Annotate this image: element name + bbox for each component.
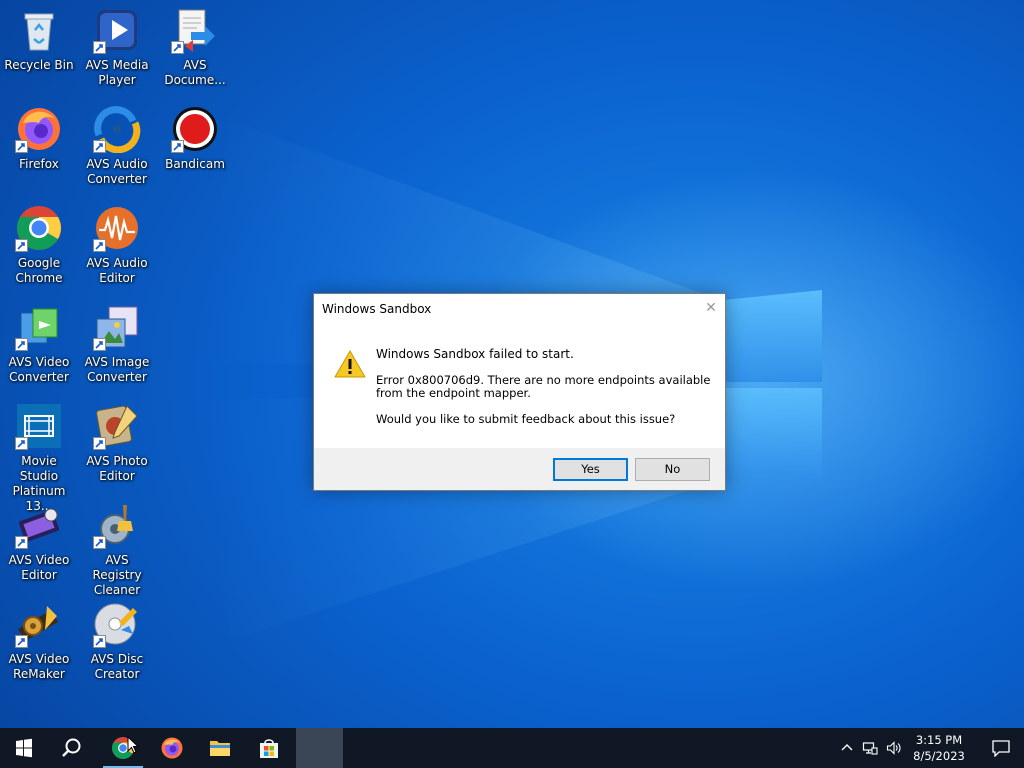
desktop-icon-label: AVS Video Editor — [8, 553, 70, 582]
desktop-icon-avs-video-editor[interactable]: AVS Video Editor — [0, 495, 78, 585]
clock-date: 8/5/2023 — [913, 749, 965, 763]
shortcut-arrow-icon — [171, 41, 184, 54]
volume-icon[interactable] — [886, 740, 902, 756]
taskbar-firefox[interactable] — [148, 728, 196, 768]
desktop-icon-label: Google Chrome — [15, 256, 63, 285]
desktop-icon-avs-registry-cleaner[interactable]: AVS Registry Cleaner — [78, 495, 156, 597]
desktop-icon-label: AVS Registry Cleaner — [92, 553, 142, 597]
shortcut-arrow-icon — [93, 437, 106, 450]
desktop-icon-avs-audio-converter[interactable]: AVS Audio Converter — [78, 99, 156, 189]
notification-center-button[interactable] — [978, 728, 1024, 768]
shortcut-arrow-icon — [15, 536, 28, 549]
desktop-icon-avs-audio-editor[interactable]: AVS Audio Editor — [78, 198, 156, 288]
desktop-icon-movie-studio[interactable]: Movie Studio Platinum 13... — [0, 396, 78, 513]
shortcut-arrow-icon — [93, 635, 106, 648]
shortcut-arrow-icon — [93, 41, 106, 54]
shortcut-arrow-icon — [171, 140, 184, 153]
no-button[interactable]: No — [635, 458, 710, 481]
desktop-icon-firefox[interactable]: Firefox — [0, 99, 78, 189]
start-button[interactable] — [0, 728, 48, 768]
taskbar: 3:15 PM 8/5/2023 — [0, 728, 1024, 768]
desktop-icon-avs-video-remaker[interactable]: AVS Video ReMaker — [0, 594, 78, 684]
desktop-icon-avs-media-player[interactable]: AVS Media Player — [78, 0, 156, 90]
start-icon — [16, 738, 32, 758]
dialog-title: Windows Sandbox — [322, 302, 432, 316]
notification-icon — [992, 740, 1010, 757]
search-button[interactable] — [48, 728, 96, 768]
network-icon[interactable] — [862, 740, 878, 756]
chevron-up-icon[interactable] — [839, 740, 855, 756]
system-tray — [836, 728, 906, 768]
desktop-icon-label: AVS Video ReMaker — [8, 652, 70, 681]
dialog-question: Would you like to submit feedback about … — [376, 412, 676, 426]
desktop-icon-bandicam[interactable]: Bandicam — [156, 99, 234, 189]
desktop-icon-label: Recycle Bin — [4, 58, 74, 72]
desktop-icon-avs-document-converter[interactable]: AVS Docume... — [156, 0, 234, 90]
yes-button[interactable]: Yes — [553, 458, 628, 481]
dialog-heading: Windows Sandbox failed to start. — [376, 347, 574, 361]
search-icon — [62, 738, 81, 757]
taskbar-sandbox-window[interactable] — [296, 728, 343, 768]
clock-time: 3:15 PM — [915, 733, 963, 747]
firefox-icon — [161, 737, 183, 759]
shortcut-arrow-icon — [15, 239, 28, 252]
taskbar-store[interactable] — [245, 728, 293, 768]
taskbar-file-explorer[interactable] — [196, 728, 244, 768]
shortcut-arrow-icon — [93, 239, 106, 252]
dialog-message: Windows Sandbox failed to start. Error 0… — [376, 348, 711, 426]
desktop-icon-label: Firefox — [19, 157, 59, 171]
shortcut-arrow-icon — [93, 140, 106, 153]
desktop-icon-label: Bandicam — [165, 157, 225, 171]
shortcut-arrow-icon — [15, 437, 28, 450]
desktop-icon-avs-photo-editor[interactable]: AVS Photo Editor — [78, 396, 156, 486]
error-dialog: Windows Sandbox ✕ Windows Sandbox failed… — [313, 293, 726, 491]
file-explorer-icon — [210, 741, 230, 756]
desktop-icon-label: AVS Docume... — [164, 58, 226, 87]
mouse-cursor-icon — [127, 736, 139, 754]
desktop-icon-label: AVS Photo Editor — [86, 454, 148, 483]
shortcut-arrow-icon — [93, 338, 106, 351]
desktop-icon-avs-video-converter[interactable]: AVS Video Converter — [0, 297, 78, 387]
warning-icon — [334, 349, 366, 378]
desktop-icon-recycle-bin[interactable]: Recycle Bin — [0, 0, 78, 90]
shortcut-arrow-icon — [93, 536, 106, 549]
taskbar-chrome[interactable] — [99, 728, 147, 768]
desktop-icon-label: AVS Audio Editor — [86, 256, 148, 285]
desktop-icon-label: AVS Image Converter — [84, 355, 150, 384]
store-icon — [260, 739, 278, 758]
shortcut-arrow-icon — [15, 338, 28, 351]
desktop-icon-avs-image-converter[interactable]: AVS Image Converter — [78, 297, 156, 387]
desktop-icon-avs-disc-creator[interactable]: AVS Disc Creator — [78, 594, 156, 684]
desktop-icon-label: AVS Media Player — [85, 58, 149, 87]
recycle-bin-icon — [24, 13, 54, 51]
desktop-icon-google-chrome[interactable]: Google Chrome — [0, 198, 78, 288]
desktop-icon-label: AVS Audio Converter — [86, 157, 148, 186]
close-icon[interactable]: ✕ — [703, 300, 719, 316]
desktop-icon-label: AVS Disc Creator — [90, 652, 144, 681]
dialog-detail: Error 0x800706d9. There are no more endp… — [376, 373, 711, 400]
desktop-icon-label: AVS Video Converter — [8, 355, 70, 384]
clock[interactable]: 3:15 PM 8/5/2023 — [906, 732, 972, 764]
dialog-footer: Yes No — [314, 448, 725, 490]
shortcut-arrow-icon — [15, 635, 28, 648]
shortcut-arrow-icon — [15, 140, 28, 153]
